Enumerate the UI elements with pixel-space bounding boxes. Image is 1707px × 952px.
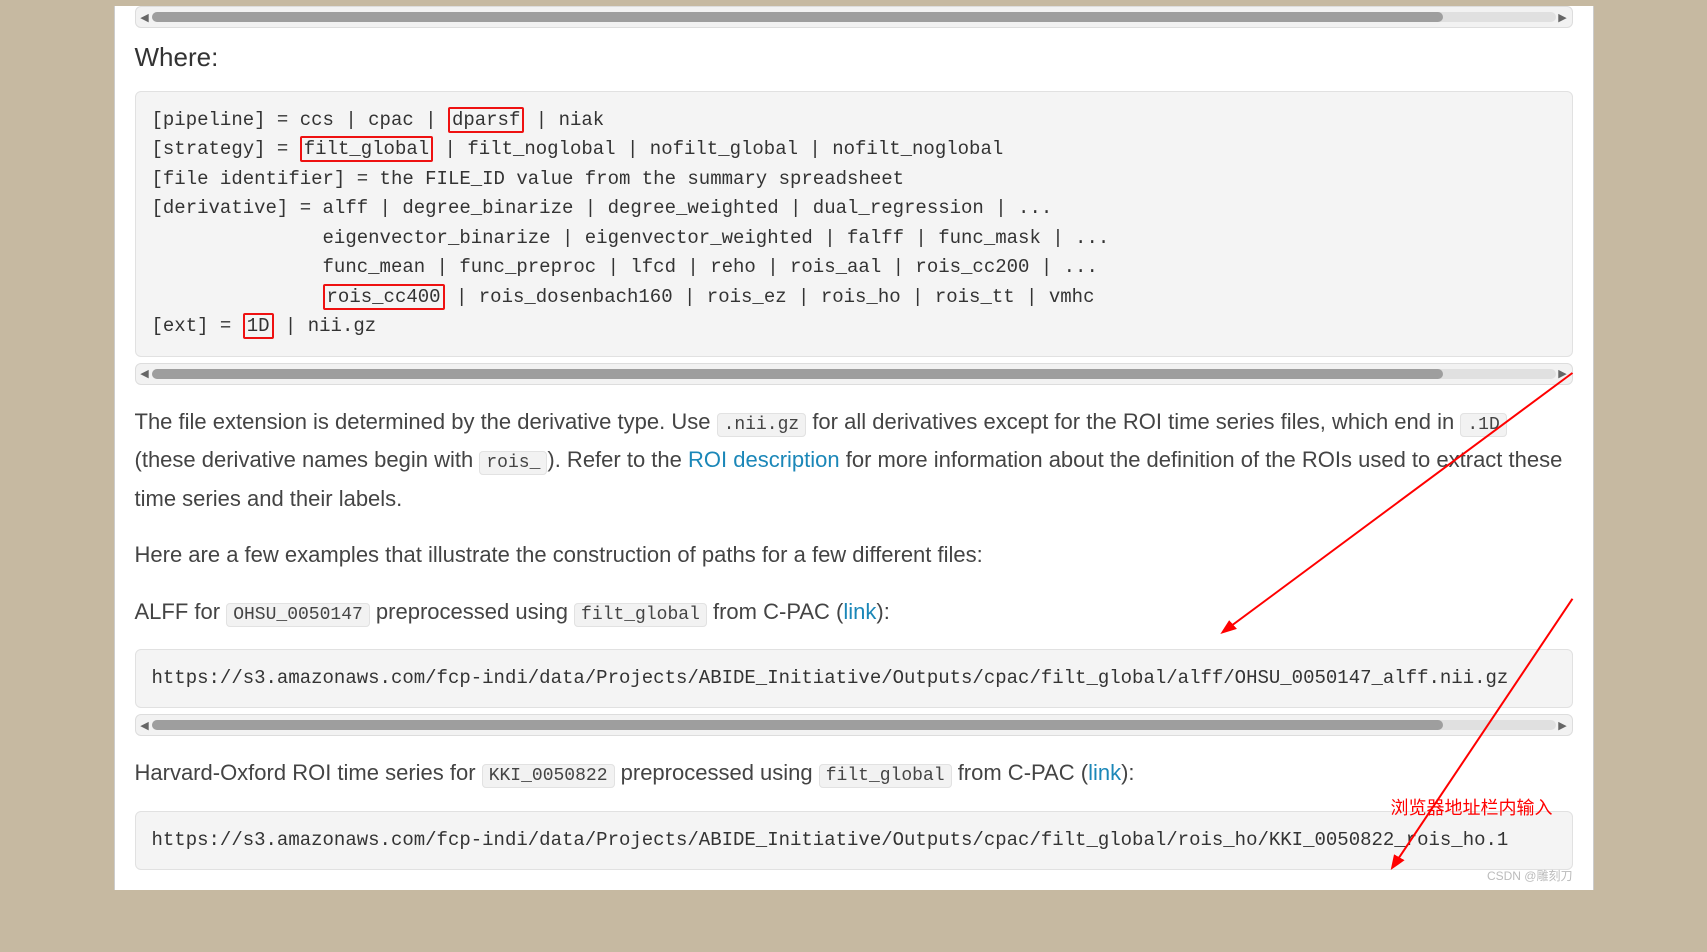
paragraph-examples-intro: Here are a few examples that illustrate … [135, 536, 1573, 575]
scroll-right-icon[interactable]: ▶ [1556, 719, 1570, 732]
inline-code-filtglobal2: filt_global [819, 764, 952, 788]
scroll-left-icon[interactable]: ◀ [138, 719, 152, 732]
highlight-filt-global: filt_global [300, 136, 433, 162]
document-content: ◀ ▶ Where: [pipeline] = ccs | cpac | dpa… [114, 6, 1594, 890]
scrollbar-code2[interactable]: ◀ ▶ [135, 714, 1573, 736]
code-block-ho-url: https://s3.amazonaws.com/fcp-indi/data/P… [135, 811, 1573, 870]
inline-code-1d: .1D [1460, 413, 1506, 437]
code-block-definitions: [pipeline] = ccs | cpac | dparsf | niak … [135, 91, 1573, 357]
paragraph-ho-example: Harvard-Oxford ROI time series for KKI_0… [135, 754, 1573, 793]
scrollbar-top[interactable]: ◀ ▶ [135, 6, 1573, 28]
scroll-left-icon[interactable]: ◀ [138, 367, 152, 380]
where-heading: Where: [135, 42, 1573, 73]
roi-description-link[interactable]: ROI description [688, 447, 840, 472]
highlight-dparsf: dparsf [448, 107, 524, 133]
scroll-left-icon[interactable]: ◀ [138, 11, 152, 24]
scroll-right-icon[interactable]: ▶ [1556, 11, 1570, 24]
annotation-browser-input: 浏览器地址栏内输入 [1391, 794, 1553, 820]
highlight-rois-cc400: rois_cc400 [323, 284, 445, 310]
code-block-alff-url: https://s3.amazonaws.com/fcp-indi/data/P… [135, 649, 1573, 708]
inline-code-rois: rois_ [479, 451, 547, 475]
alff-link[interactable]: link [843, 599, 876, 624]
paragraph-extension: The file extension is determined by the … [135, 403, 1573, 519]
inline-code-niigz: .nii.gz [717, 413, 807, 437]
inline-code-filtglobal: filt_global [574, 603, 707, 627]
inline-code-kki: KKI_0050822 [482, 764, 615, 788]
scroll-right-icon[interactable]: ▶ [1556, 367, 1570, 380]
paragraph-alff-example: ALFF for OHSU_0050147 preprocessed using… [135, 593, 1573, 632]
ho-link[interactable]: link [1088, 760, 1121, 785]
highlight-1d: 1D [243, 313, 274, 339]
watermark: CSDN @雕刻刀 [1487, 867, 1573, 884]
scrollbar-code1[interactable]: ◀ ▶ [135, 363, 1573, 385]
inline-code-ohsu: OHSU_0050147 [226, 603, 370, 627]
